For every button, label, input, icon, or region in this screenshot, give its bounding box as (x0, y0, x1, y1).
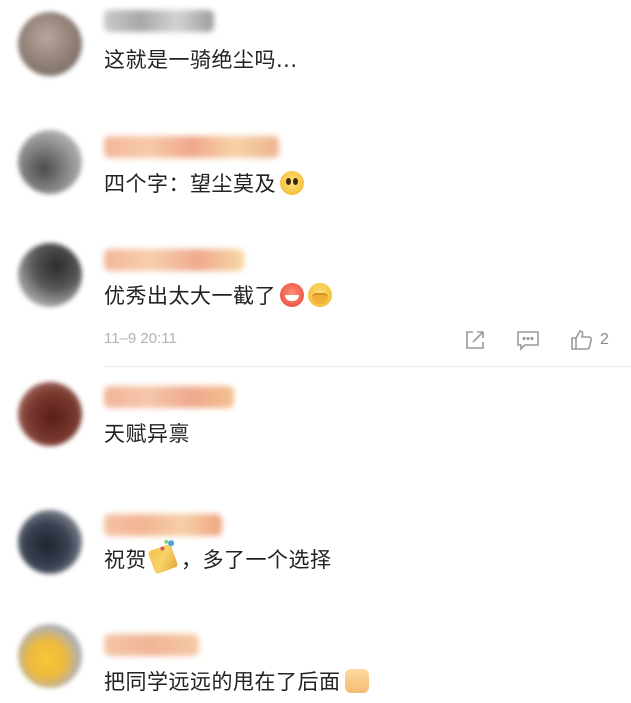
comment-item: 四个字：望尘莫及 (0, 120, 631, 220)
username-blurred[interactable] (104, 249, 244, 271)
comment-body: 四个字：望尘莫及 (104, 172, 276, 196)
comment-item: 祝贺 ，多了一个选择 (0, 500, 631, 610)
thumbs-up-emoji (344, 669, 369, 693)
comment-text: 这就是一骑绝尘吗... (104, 46, 298, 74)
reply-button[interactable] (516, 328, 540, 352)
fear-face-emoji (280, 171, 304, 195)
comment-text: 四个字：望尘莫及 (104, 170, 304, 198)
share-button[interactable] (464, 328, 486, 352)
avatar[interactable] (18, 12, 82, 76)
avatar[interactable] (18, 624, 82, 688)
timestamp: 11–9 20:11 (104, 330, 177, 347)
comment-icon (516, 329, 540, 351)
username-blurred[interactable] (104, 386, 234, 408)
grin-emoji (280, 283, 304, 307)
comment-text: 天赋异禀 (104, 420, 190, 448)
divider (104, 366, 631, 367)
thumbs-up-icon (570, 329, 594, 351)
username-blurred[interactable] (104, 10, 214, 32)
cover-mouth-emoji (308, 283, 332, 307)
username-blurred[interactable] (104, 136, 279, 158)
comment-item: 这就是一骑绝尘吗... (0, 0, 631, 100)
avatar[interactable] (18, 243, 82, 307)
comment-body: 这就是一骑绝尘吗... (104, 48, 298, 72)
comment-item: 把同学远远的甩在了后面 (0, 620, 631, 703)
party-popper-emoji (147, 543, 179, 575)
comment-item: 天赋异禀 (0, 370, 631, 490)
avatar[interactable] (18, 130, 82, 194)
comment-text: 祝贺 ，多了一个选择 (104, 543, 332, 575)
share-icon (464, 329, 486, 351)
comment-body: 天赋异禀 (104, 422, 190, 446)
comment-body: 优秀出太大一截了 (104, 284, 276, 308)
comment-body-end: ，多了一个选择 (181, 548, 332, 572)
like-button[interactable]: 2 (570, 328, 609, 352)
comment-text: 把同学远远的甩在了后面 (104, 668, 369, 696)
comment-body-start: 祝贺 (104, 548, 147, 572)
comment-body: 把同学远远的甩在了后面 (104, 670, 341, 694)
username-blurred[interactable] (104, 634, 199, 656)
comment-meta: 11–9 20:11 2 (104, 328, 631, 352)
avatar[interactable] (18, 382, 82, 446)
comment-item: 优秀出太大一截了 11–9 20:11 2 (0, 235, 631, 365)
username-blurred[interactable] (104, 514, 222, 536)
like-count: 2 (600, 331, 609, 348)
comment-text: 优秀出太大一截了 (104, 282, 332, 310)
avatar[interactable] (18, 510, 82, 574)
